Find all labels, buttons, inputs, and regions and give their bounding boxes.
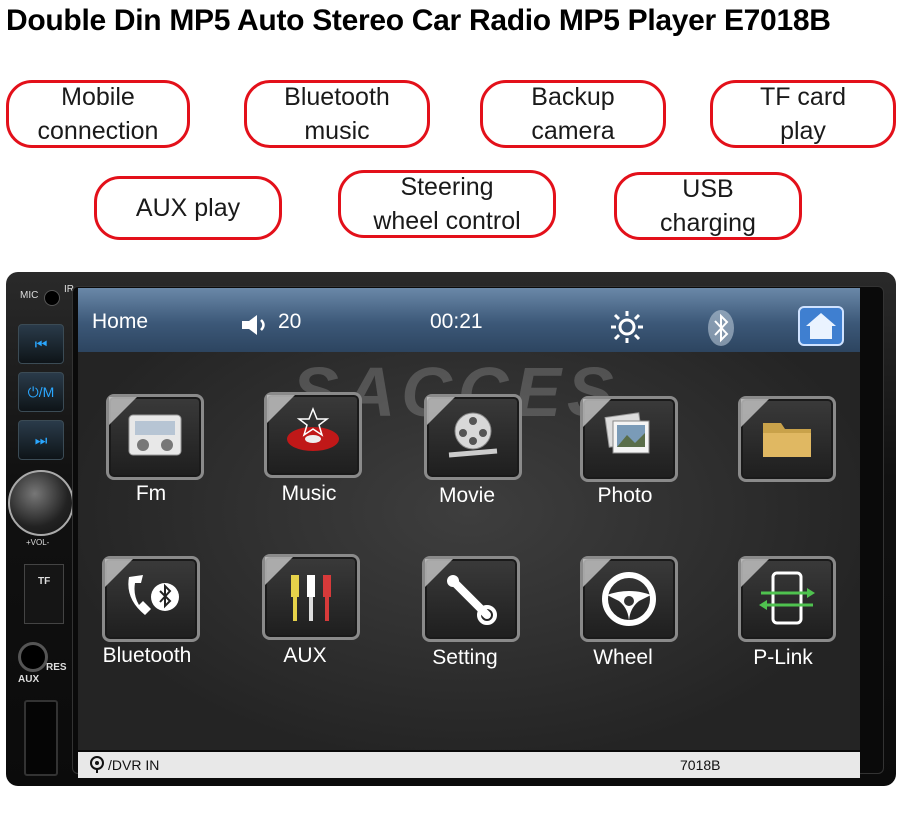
photo-stack-icon: [604, 412, 650, 454]
app-tile-bluetooth[interactable]: [102, 556, 200, 642]
feature-steering-wheel-control: Steering wheel control: [338, 170, 556, 238]
mic-label: MIC: [20, 290, 39, 301]
tf-label: TF: [38, 576, 51, 587]
feature-backup-camera: Backup camera: [480, 80, 666, 148]
volume-level: 20: [278, 310, 302, 333]
usb-port[interactable]: [24, 700, 58, 776]
feature-aux-play: AUX play: [94, 176, 282, 240]
feature-bluetooth-music: Bluetooth music: [244, 80, 430, 148]
brightness-icon[interactable]: [610, 310, 644, 344]
model-label: 7018B: [680, 757, 721, 773]
home-icon[interactable]: [798, 306, 844, 346]
clock: 00:21: [430, 310, 483, 333]
wrench-icon: [447, 575, 497, 625]
radio-icon: [128, 414, 182, 456]
volume-label: +VOL-: [26, 538, 50, 547]
volume-icon[interactable]: [240, 314, 270, 336]
app-label-aux: AUX: [283, 644, 327, 667]
phone-link-icon: [759, 571, 815, 625]
camera-icon: [90, 756, 104, 773]
power-mode-button[interactable]: ⏻/M: [18, 372, 64, 412]
app-label-setting: Setting: [432, 646, 498, 669]
app-tile-setting[interactable]: [422, 556, 520, 642]
home-label[interactable]: Home: [92, 310, 148, 334]
steering-wheel-icon: [602, 572, 656, 626]
rca-cable-icon: [291, 575, 331, 621]
feature-mobile-connection: Mobile connection: [6, 80, 190, 148]
app-label-fm: Fm: [135, 482, 167, 505]
aux-jack[interactable]: [18, 642, 48, 672]
app-tile-movie[interactable]: [424, 394, 522, 480]
app-tile-photo[interactable]: [580, 396, 678, 482]
film-reel-icon: [448, 412, 498, 458]
app-label-wheel: Wheel: [593, 646, 653, 669]
music-disc-icon: [287, 406, 339, 451]
volume-knob[interactable]: [8, 470, 74, 536]
next-button[interactable]: ⏭: [18, 420, 64, 460]
app-tile-p-link[interactable]: [738, 556, 836, 642]
page-title: Double Din MP5 Auto Stereo Car Radio MP5…: [6, 4, 831, 37]
app-label-music: Music: [281, 482, 337, 505]
folder-icon: [763, 423, 811, 457]
status-bar: Home 20 00:21: [78, 288, 860, 352]
mic-hole-icon: [44, 290, 60, 306]
app-label-photo: Photo: [597, 484, 653, 507]
bluetooth-phone-icon: [128, 575, 179, 615]
bluetooth-status-icon: [708, 310, 734, 346]
tf-card-slot[interactable]: [24, 564, 64, 624]
feature-usb-charging: USB charging: [614, 172, 802, 240]
app-tile-folder[interactable]: [738, 396, 836, 482]
app-tile-music[interactable]: [264, 392, 362, 478]
app-label-p-link: P-Link: [753, 646, 813, 669]
device-bottom-strip: /DVR IN 7018B: [78, 752, 860, 778]
app-tile-wheel[interactable]: [580, 556, 678, 642]
reset-label: RES: [46, 662, 67, 673]
app-label-bluetooth: Bluetooth: [102, 644, 192, 667]
dvr-in-label: /DVR IN: [108, 757, 160, 773]
app-tile-fm[interactable]: [106, 394, 204, 480]
aux-port-label: AUX: [18, 674, 40, 685]
feature-tf-card-play: TF card play: [710, 80, 896, 148]
previous-button[interactable]: ⏮: [18, 324, 64, 364]
app-tile-aux[interactable]: [262, 554, 360, 640]
app-label-movie: Movie: [438, 484, 496, 507]
control-panel: MIC IR ⏮ ⏻/M ⏭ +VOL- TF AUX RES: [6, 272, 74, 786]
